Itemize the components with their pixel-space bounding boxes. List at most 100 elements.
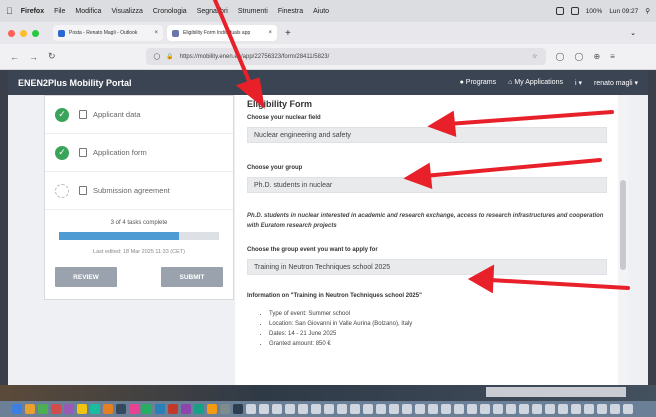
menu-view[interactable]: Visualizza bbox=[111, 8, 142, 15]
task-application-form[interactable]: ✓ Application form bbox=[45, 134, 233, 172]
dock-app-icon[interactable] bbox=[25, 404, 35, 414]
dock-app-icon[interactable] bbox=[259, 404, 269, 414]
zoom-window-button[interactable] bbox=[32, 29, 39, 37]
dock-app-icon[interactable] bbox=[142, 404, 152, 414]
dock-app-icon[interactable] bbox=[116, 404, 126, 414]
dock-app-icon[interactable] bbox=[519, 404, 529, 414]
hamburger-menu-icon[interactable]: ≡ bbox=[610, 52, 615, 61]
dock-app-icon[interactable] bbox=[558, 404, 568, 414]
menu-help[interactable]: Aiuto bbox=[313, 8, 329, 15]
dock-app-icon[interactable] bbox=[376, 404, 386, 414]
dock-app-icon[interactable] bbox=[506, 404, 516, 414]
dock-app-icon[interactable] bbox=[337, 404, 347, 414]
close-window-button[interactable] bbox=[8, 29, 15, 37]
dock-app-icon[interactable] bbox=[584, 404, 594, 414]
shield-icon[interactable]: ◯ bbox=[154, 53, 161, 60]
dock-app-icon[interactable] bbox=[350, 404, 360, 414]
dock-app-icon[interactable] bbox=[64, 404, 74, 414]
dock-app-icon[interactable] bbox=[285, 404, 295, 414]
dock-app-icon[interactable] bbox=[298, 404, 308, 414]
dock-app-icon[interactable] bbox=[194, 404, 204, 414]
dock-app-icon[interactable] bbox=[610, 404, 620, 414]
menu-bookmarks[interactable]: Segnalibri bbox=[197, 8, 228, 15]
dock-app-icon[interactable] bbox=[311, 404, 321, 414]
dock-app-icon[interactable] bbox=[480, 404, 490, 414]
task-submission-agreement[interactable]: Submission agreement bbox=[45, 172, 233, 210]
event-select[interactable]: Training in Neutron Techniques school 20… bbox=[247, 259, 607, 275]
dock-app-icon[interactable] bbox=[12, 404, 22, 414]
new-tab-button[interactable]: + bbox=[285, 28, 291, 39]
dock-app-icon[interactable] bbox=[363, 404, 373, 414]
dock-app-icon[interactable] bbox=[454, 404, 464, 414]
scrollbar-thumb[interactable] bbox=[620, 180, 626, 270]
menu-firefox[interactable]: Firefox bbox=[21, 8, 44, 15]
dock-app-icon[interactable] bbox=[90, 404, 100, 414]
search-icon[interactable]: ⚲ bbox=[645, 7, 650, 15]
lock-icon[interactable]: 🔒 bbox=[166, 53, 173, 60]
menu-tools[interactable]: Strumenti bbox=[238, 8, 268, 15]
dock-app-icon[interactable] bbox=[38, 404, 48, 414]
programs-link[interactable]: ● Programs bbox=[460, 79, 497, 86]
dock-app-icon[interactable] bbox=[545, 404, 555, 414]
volume-icon[interactable] bbox=[570, 7, 579, 15]
clock[interactable]: Lun 09:27 bbox=[609, 8, 638, 15]
apple-icon[interactable]:  bbox=[6, 6, 13, 16]
dock-app-icon[interactable] bbox=[428, 404, 438, 414]
nuclear-field-select[interactable]: Nuclear engineering and safety bbox=[247, 127, 607, 143]
wifi-icon[interactable] bbox=[555, 7, 564, 15]
dock-app-icon[interactable] bbox=[233, 404, 243, 414]
dock-app-icon[interactable] bbox=[532, 404, 542, 414]
back-icon[interactable]: ← bbox=[10, 52, 19, 62]
dock-app-icon[interactable] bbox=[441, 404, 451, 414]
dock-app-icon[interactable] bbox=[402, 404, 412, 414]
dock-app-icon[interactable] bbox=[467, 404, 477, 414]
account-icon[interactable]: ◯ bbox=[575, 52, 584, 61]
tab-list-icon[interactable]: ⌄ bbox=[630, 29, 636, 37]
dock-app-icon[interactable] bbox=[324, 404, 334, 414]
dock-app-icon[interactable] bbox=[246, 404, 256, 414]
dock-app-icon[interactable] bbox=[207, 404, 217, 414]
group-select[interactable]: Ph.D. students in nuclear bbox=[247, 177, 607, 193]
tab-eligibility[interactable]: Eligibility Form Individuals app × bbox=[167, 25, 277, 41]
dock-app-icon[interactable] bbox=[493, 404, 503, 414]
dock-app-icon[interactable] bbox=[155, 404, 165, 414]
dock-app-icon[interactable] bbox=[103, 404, 113, 414]
reload-icon[interactable]: ↻ bbox=[48, 51, 56, 62]
dock-app-icon[interactable] bbox=[623, 404, 633, 414]
minimize-window-button[interactable] bbox=[20, 29, 27, 37]
minimized-window[interactable] bbox=[486, 387, 626, 397]
info-menu[interactable]: i ▾ bbox=[575, 79, 582, 87]
dock-app-icon[interactable] bbox=[168, 404, 178, 414]
dock-app-icon[interactable] bbox=[272, 404, 282, 414]
page-scrollbar[interactable] bbox=[618, 95, 628, 385]
dock-app-icon[interactable] bbox=[571, 404, 581, 414]
close-tab-icon[interactable]: × bbox=[268, 30, 272, 36]
task-applicant-data[interactable]: ✓ Applicant data bbox=[45, 96, 233, 134]
extensions-icon[interactable]: ⊕ bbox=[593, 52, 600, 61]
menu-edit[interactable]: Modifica bbox=[75, 8, 101, 15]
url-bar[interactable]: ◯ 🔒 https://mobility.enen.eu/app/2275632… bbox=[145, 48, 546, 65]
forward-icon[interactable]: → bbox=[29, 52, 38, 62]
submit-button[interactable]: SUBMIT bbox=[161, 267, 223, 287]
dock-app-icon[interactable] bbox=[220, 404, 230, 414]
dock-app-icon[interactable] bbox=[597, 404, 607, 414]
dock-app-icon[interactable] bbox=[51, 404, 61, 414]
close-tab-icon[interactable]: × bbox=[154, 30, 158, 36]
review-button[interactable]: REVIEW bbox=[55, 267, 117, 287]
tab-outlook[interactable]: Posta - Renato Magli - Outlook × bbox=[53, 25, 163, 41]
dock-app-icon[interactable] bbox=[181, 404, 191, 414]
dock-app-icon[interactable] bbox=[129, 404, 139, 414]
url-text[interactable]: https://mobility.enen.eu/app/22756323/fo… bbox=[180, 54, 330, 60]
bookmark-star-icon[interactable]: ☆ bbox=[532, 53, 537, 60]
pocket-icon[interactable]: ◯ bbox=[556, 52, 565, 61]
menu-window[interactable]: Finestra bbox=[278, 8, 303, 15]
my-applications-link[interactable]: ⌂ My Applications bbox=[508, 79, 563, 86]
menu-history[interactable]: Cronologia bbox=[153, 8, 187, 15]
dock-app-icon[interactable] bbox=[389, 404, 399, 414]
programs-label: Programs bbox=[465, 79, 497, 86]
dock-app-icon[interactable] bbox=[77, 404, 87, 414]
dock-app-icon[interactable] bbox=[415, 404, 425, 414]
app-brand[interactable]: ENEN2Plus Mobility Portal bbox=[18, 78, 132, 88]
menu-file[interactable]: File bbox=[54, 8, 65, 15]
user-menu[interactable]: renato magli ▾ bbox=[594, 79, 638, 87]
